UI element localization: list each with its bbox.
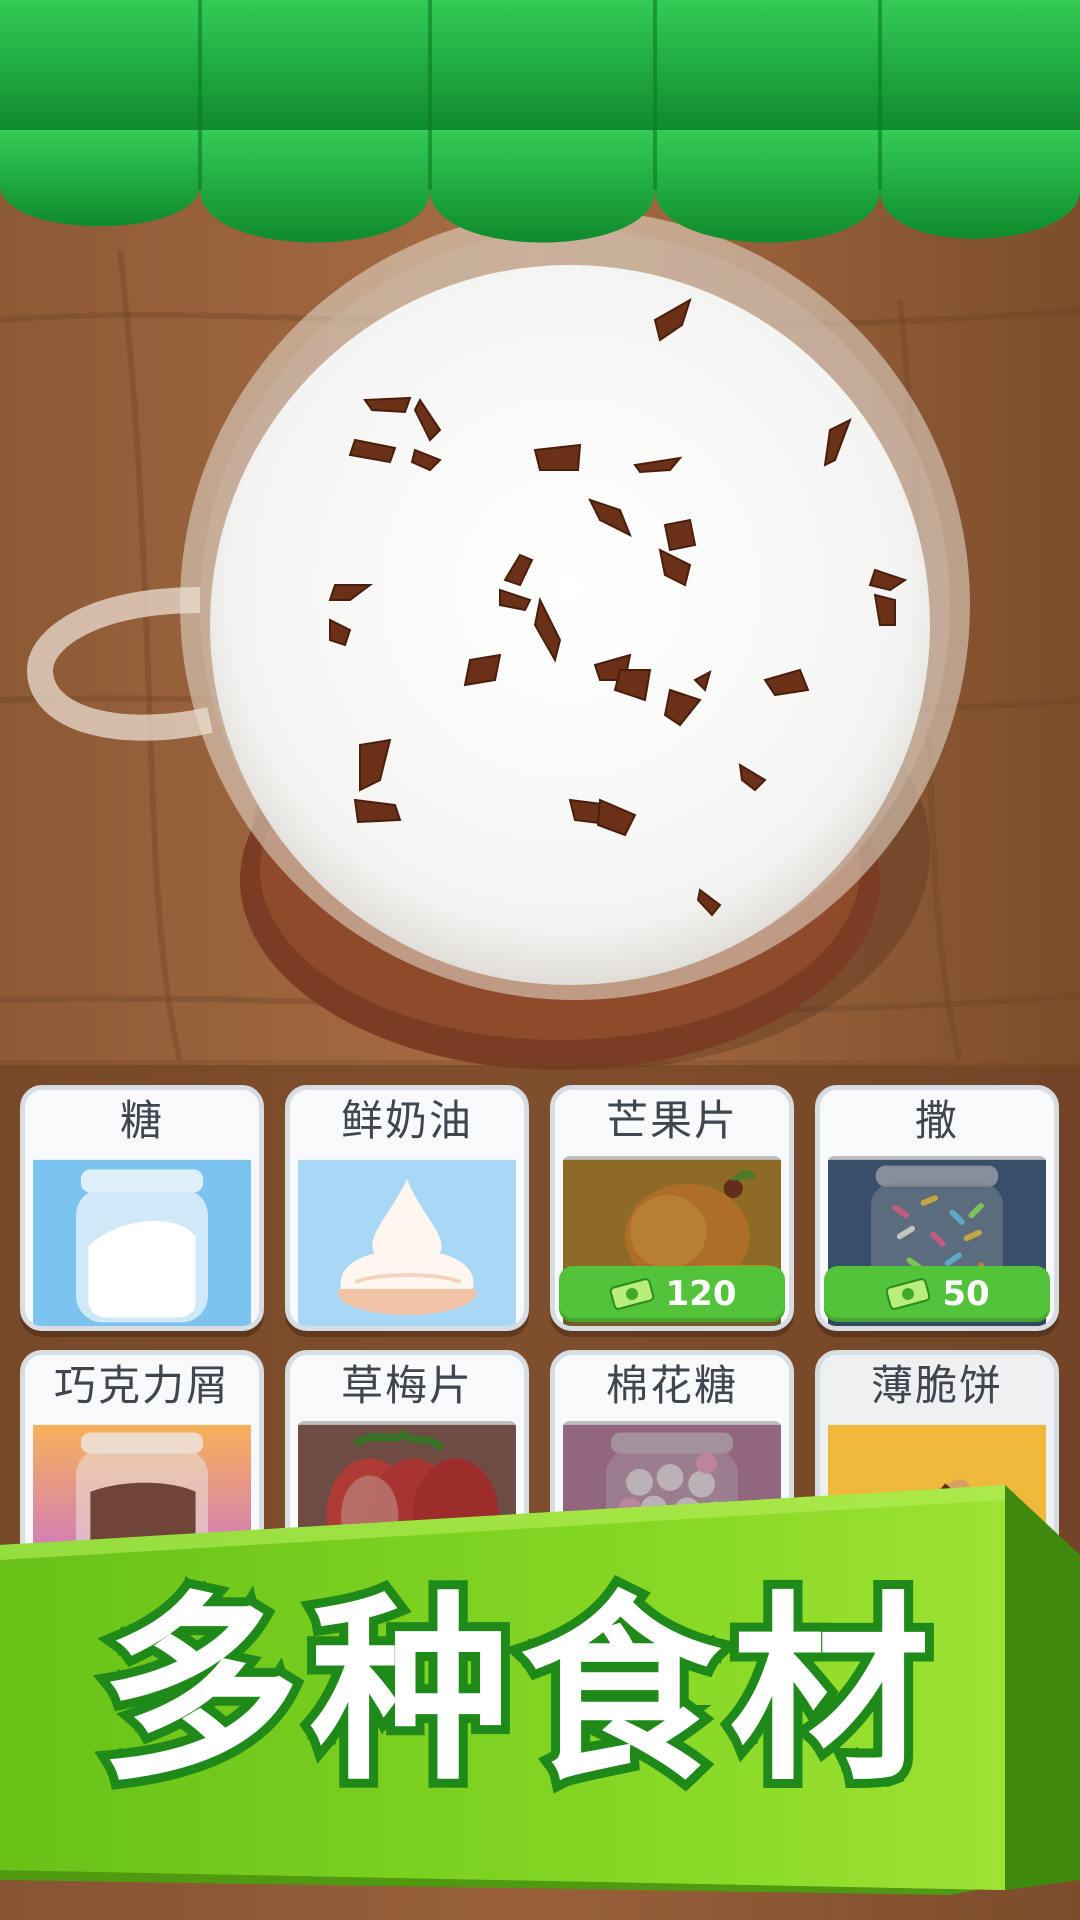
price-value: 120 <box>665 1274 737 1314</box>
cash-icon <box>609 1278 654 1310</box>
cash-icon <box>886 1278 931 1310</box>
ingredient-name: 巧克力屑 <box>53 1361 230 1410</box>
ingredient-name: 薄脆饼 <box>870 1361 1003 1410</box>
ingredient-card-sugar[interactable]: 糖 <box>20 1085 264 1331</box>
ingredient-name: 糖 <box>119 1096 164 1145</box>
ingredient-card-whipped-cream[interactable]: 鲜奶油 <box>285 1085 529 1331</box>
whipped-cream-icon <box>298 1156 516 1326</box>
ingredient-name: 草梅片 <box>340 1361 473 1410</box>
ingredient-card-mango[interactable]: 芒果片 120 <box>550 1085 794 1331</box>
ingredient-name: 鲜奶油 <box>340 1096 473 1145</box>
sugar-jar-icon <box>33 1156 251 1326</box>
ingredient-name: 棉花糖 <box>605 1361 738 1410</box>
price-button[interactable]: 50 <box>824 1266 1050 1322</box>
ingredient-card-sprinkles[interactable]: 撒 50 <box>815 1085 1059 1331</box>
ingredient-name: 撒 <box>914 1096 959 1145</box>
ingredient-name: 芒果片 <box>605 1096 738 1145</box>
awning <box>0 0 1080 243</box>
title-text: 多种食材 <box>91 1566 940 1817</box>
price-value: 50 <box>942 1274 990 1314</box>
price-button[interactable]: 120 <box>559 1266 785 1322</box>
title-label: 多种食材 <box>100 1575 940 1808</box>
